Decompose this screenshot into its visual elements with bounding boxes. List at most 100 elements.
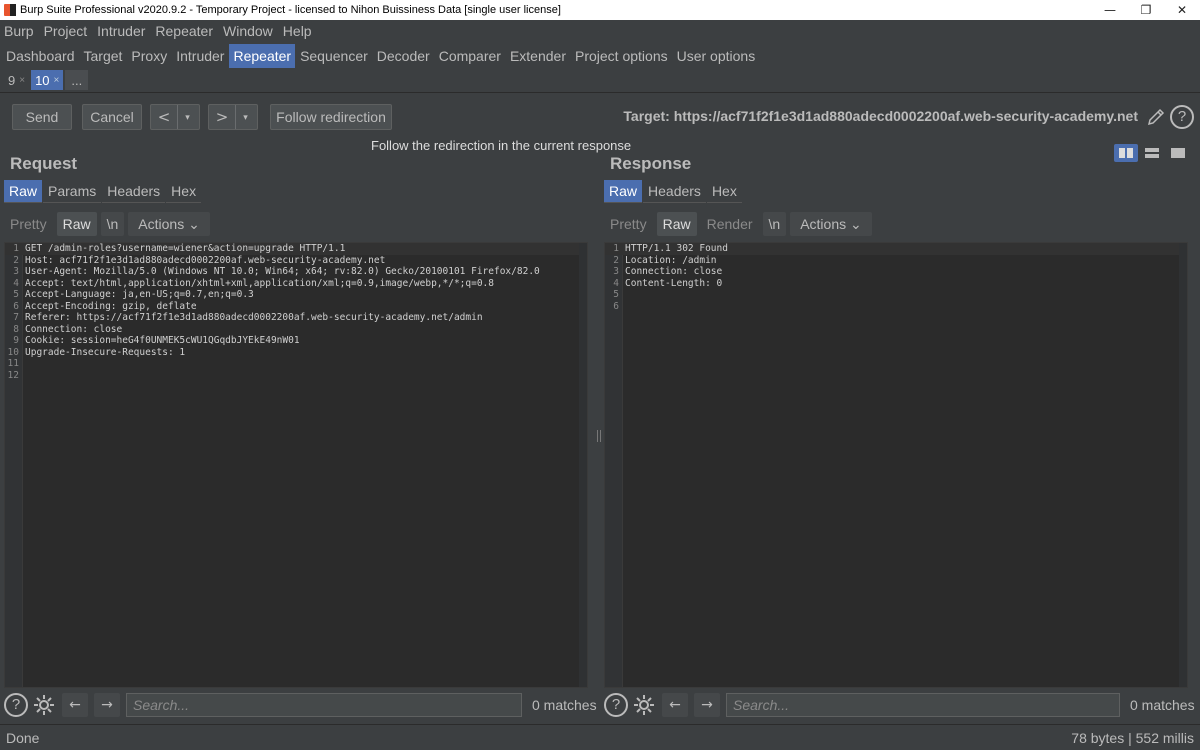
tab-decoder[interactable]: Decoder	[373, 44, 434, 68]
line-number: 6	[13, 300, 19, 312]
previous-match-button[interactable]: ←	[62, 693, 88, 717]
request-tab-headers[interactable]: Headers	[102, 180, 166, 203]
search-input[interactable]: Search...	[126, 693, 522, 717]
line-text: HTTP/1.1 302 Found	[625, 243, 728, 254]
back-history-dropdown[interactable]: ▾	[177, 105, 197, 129]
request-lines: 1 GET /admin-roles?username=wiener&action…	[5, 243, 587, 381]
menu-help[interactable]: Help	[283, 23, 312, 39]
menu-intruder[interactable]: Intruder	[97, 23, 145, 39]
line-number: 5	[13, 289, 19, 300]
tab-proxy[interactable]: Proxy	[127, 44, 171, 68]
menu-project[interactable]: Project	[44, 23, 88, 39]
close-tab-icon[interactable]: ×	[19, 75, 25, 86]
minimize-button[interactable]: —	[1092, 0, 1128, 20]
newline-toggle[interactable]: \n	[100, 212, 125, 236]
repeater-tab-9[interactable]: 9 ×	[4, 70, 29, 90]
request-tabs: Raw Params Headers Hex	[4, 180, 202, 203]
gear-icon[interactable]	[32, 693, 56, 717]
tab-repeater[interactable]: Repeater	[229, 44, 296, 68]
window-title: Burp Suite Professional v2020.9.2 - Temp…	[20, 4, 561, 16]
request-tab-hex[interactable]: Hex	[166, 180, 202, 203]
pretty-toggle[interactable]: Pretty	[604, 212, 653, 236]
tab-user-options[interactable]: User options	[673, 44, 760, 68]
tab-comparer[interactable]: Comparer	[435, 44, 505, 68]
close-tab-icon[interactable]: ×	[54, 75, 60, 86]
line-text	[23, 358, 25, 370]
request-editor[interactable]: 1 GET /admin-roles?username=wiener&action…	[4, 242, 588, 688]
response-title: Response	[610, 154, 692, 173]
raw-toggle[interactable]: Raw	[656, 212, 697, 236]
request-tab-raw[interactable]: Raw	[4, 180, 43, 203]
vertical-scrollbar[interactable]	[1179, 243, 1187, 687]
response-tab-hex[interactable]: Hex	[706, 180, 742, 203]
tab-sequencer[interactable]: Sequencer	[296, 44, 372, 68]
line-number: 4	[613, 277, 619, 289]
menu-window[interactable]: Window	[223, 23, 273, 39]
newline-toggle[interactable]: \n	[762, 212, 787, 236]
line-text: Accept-Language: ja,en-US;q=0.7,en;q=0.3	[25, 289, 254, 300]
status-text: Done	[6, 729, 40, 746]
line-number: 11	[7, 358, 19, 369]
follow-redirection-button[interactable]: Follow redirection	[270, 104, 392, 130]
gear-icon[interactable]	[632, 693, 656, 717]
restore-button[interactable]: ❐	[1128, 0, 1164, 20]
cancel-button[interactable]: Cancel	[82, 104, 142, 130]
vertical-scrollbar[interactable]	[579, 243, 587, 687]
code-line: 2 Host: acf71f2f1e3d1ad880adecd0002200af.…	[5, 255, 587, 267]
tab-project-options[interactable]: Project options	[571, 44, 672, 68]
menu-repeater[interactable]: Repeater	[155, 23, 213, 39]
raw-toggle[interactable]: Raw	[56, 212, 97, 236]
tab-extender[interactable]: Extender	[506, 44, 570, 68]
repeater-tab-label: 10	[35, 72, 50, 88]
repeater-tab-10[interactable]: 10 ×	[31, 70, 64, 90]
next-match-button[interactable]: →	[694, 693, 720, 717]
next-match-button[interactable]: →	[94, 693, 120, 717]
response-tab-raw[interactable]: Raw	[604, 180, 643, 203]
actions-dropdown[interactable]: Actions ⌄	[128, 212, 210, 236]
line-text: Location: /admin	[625, 254, 717, 266]
line-text: Content-Length: 0	[625, 277, 723, 289]
help-icon[interactable]: ?	[1170, 105, 1194, 129]
previous-match-button[interactable]: ←	[662, 693, 688, 717]
line-text: Accept-Encoding: gzip, deflate	[25, 300, 197, 312]
forward-history-dropdown[interactable]: ▾	[235, 105, 255, 129]
response-search-bar: ? ← → Search... 0 matches	[604, 690, 1200, 720]
tab-target[interactable]: Target	[80, 44, 127, 68]
help-icon[interactable]: ?	[604, 693, 628, 717]
line-text: User-Agent: Mozilla/5.0 (Windows NT 10.0…	[25, 266, 540, 277]
code-line: 1 GET /admin-roles?username=wiener&action…	[5, 243, 587, 255]
tab-intruder[interactable]: Intruder	[172, 44, 228, 68]
code-line: 4 Accept: text/html,application/xhtml+xml…	[5, 278, 587, 290]
back-arrow-icon: <	[157, 108, 171, 126]
code-line: 11	[5, 358, 587, 370]
help-icon[interactable]: ?	[4, 693, 28, 717]
render-toggle[interactable]: Render	[701, 212, 759, 236]
line-text	[623, 301, 625, 313]
repeater-tabs: 9 × 10 × ...	[0, 70, 90, 90]
pencil-icon[interactable]	[1146, 107, 1166, 127]
line-text: Connection: close	[625, 266, 723, 277]
send-button[interactable]: Send	[12, 104, 72, 130]
back-button[interactable]: < ▾	[150, 104, 200, 130]
response-tab-headers[interactable]: Headers	[643, 180, 706, 203]
split-pane-divider[interactable]	[596, 150, 602, 720]
menu-bar: Burp Project Intruder Repeater Window He…	[0, 20, 1200, 41]
actions-dropdown[interactable]: Actions ⌄	[790, 212, 872, 236]
code-line: 3 Connection: close	[605, 266, 1187, 278]
request-tab-params[interactable]: Params	[43, 180, 102, 203]
close-button[interactable]: ✕	[1164, 0, 1200, 20]
new-tab-button[interactable]: ...	[65, 70, 89, 90]
status-bar: Done 78 bytes | 552 millis	[0, 724, 1200, 750]
search-input[interactable]: Search...	[726, 693, 1120, 717]
line-text: Cookie: session=heG4f0UNMEK5cWU1QGqdbJYE…	[25, 335, 300, 346]
response-editor[interactable]: 1 HTTP/1.1 302 Found 2 Location: /admin 3 Con…	[604, 242, 1188, 688]
menu-burp[interactable]: Burp	[4, 23, 34, 39]
match-count: 0 matches	[1130, 697, 1195, 713]
response-tabs: Raw Headers Hex	[604, 180, 743, 203]
request-title: Request	[10, 154, 78, 173]
line-number: 8	[13, 323, 19, 335]
pretty-toggle[interactable]: Pretty	[4, 212, 53, 236]
repeater-toolbar: Send Cancel < ▾ > ▾ Follow redirection T…	[0, 92, 1200, 140]
forward-button[interactable]: > ▾	[208, 104, 258, 130]
tab-dashboard[interactable]: Dashboard	[2, 44, 79, 68]
